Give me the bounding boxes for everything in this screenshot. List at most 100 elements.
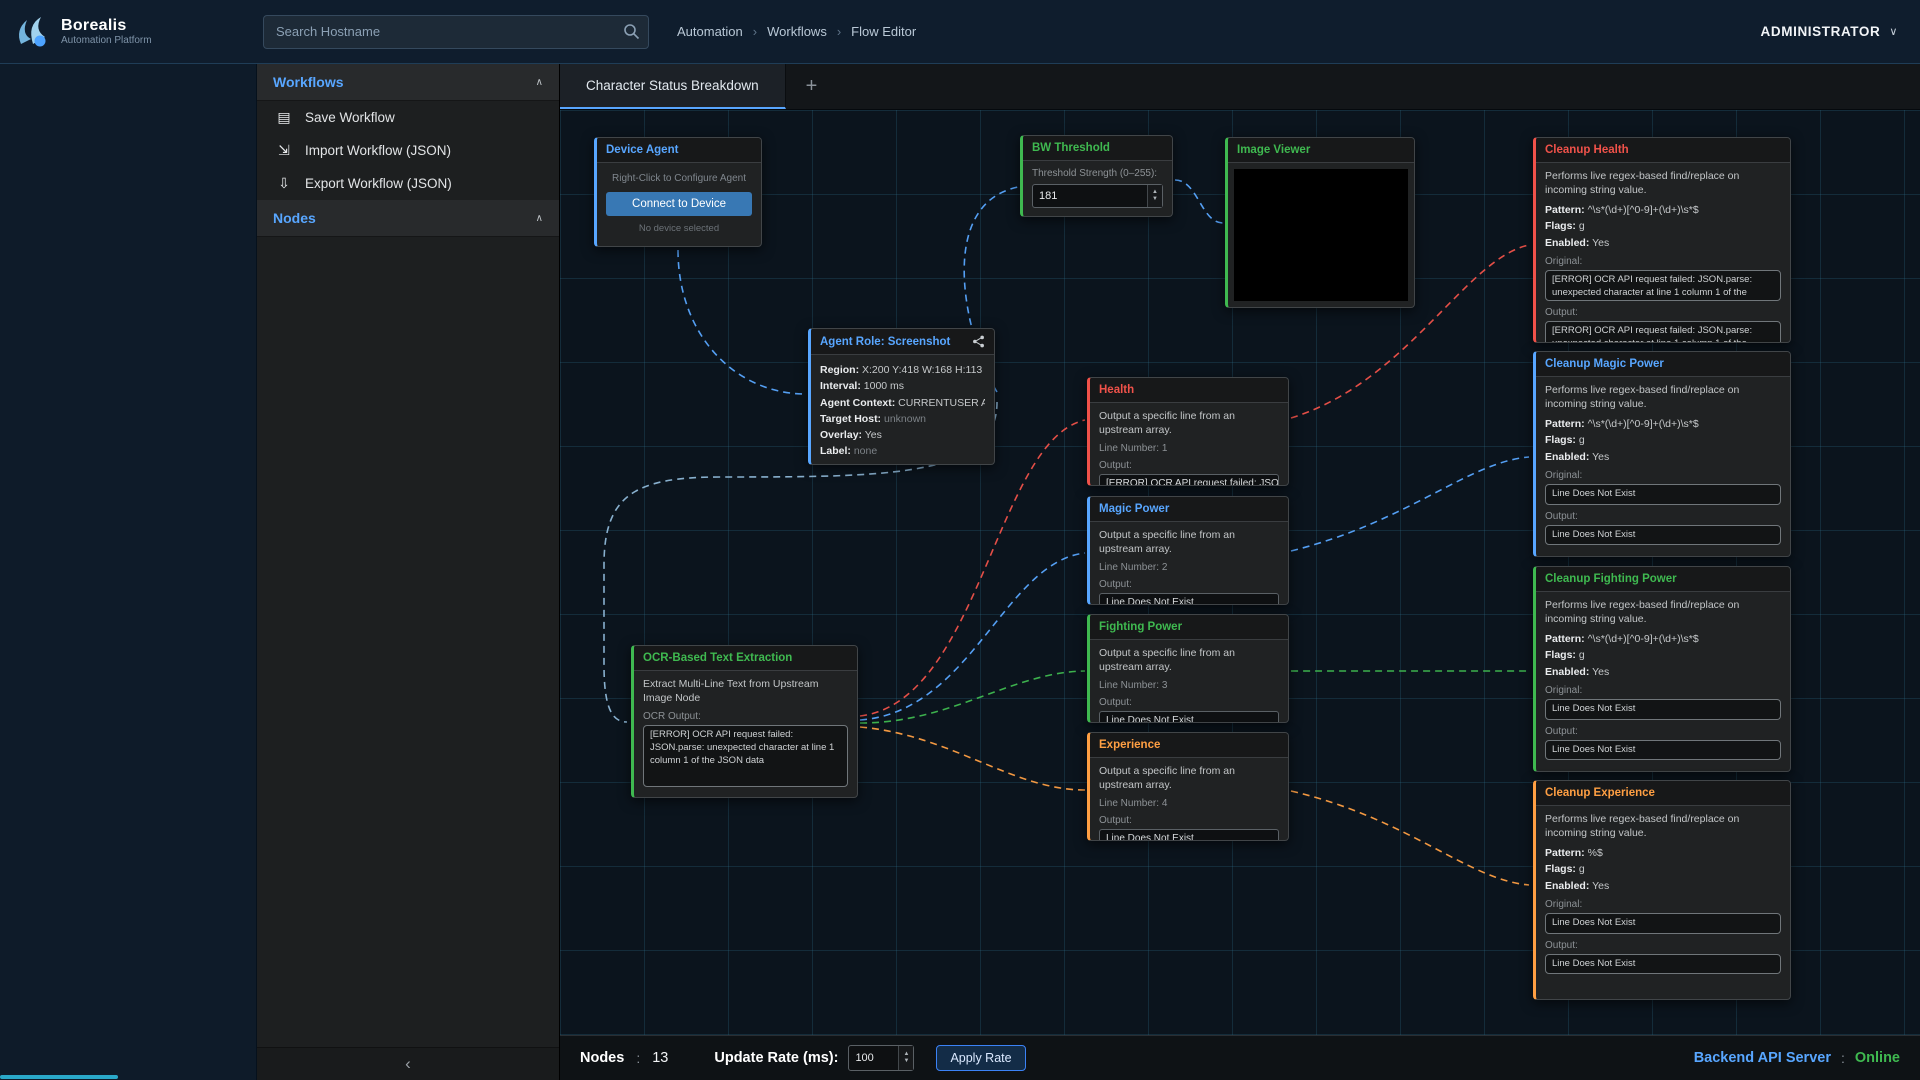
export-workflow-button[interactable]: ⇩ Export Workflow (JSON) — [257, 167, 559, 200]
node-description: Output a specific line from an upstream … — [1099, 765, 1279, 792]
node-image-viewer[interactable]: Image Viewer — [1225, 137, 1415, 308]
left-sidebar — [0, 64, 257, 1080]
tab-bar: Character Status Breakdown + — [560, 64, 1920, 110]
output-field[interactable]: [ERROR] OCR API request failed: JSON.par — [1099, 474, 1279, 486]
original-label: Original: — [1545, 256, 1781, 267]
output-field[interactable]: Line Does Not Exist — [1545, 954, 1781, 975]
node-magic-power[interactable]: Magic Power Output a specific line from … — [1087, 496, 1289, 605]
output-label: Output: — [1099, 815, 1279, 826]
app-name: Borealis — [61, 17, 152, 35]
output-field[interactable]: Line Does Not Exist — [1099, 711, 1279, 723]
nodes-header[interactable]: Nodes ∧ — [257, 200, 559, 237]
node-description: Performs live regex-based find/replace o… — [1545, 170, 1781, 197]
node-cleanup-magic-power[interactable]: Cleanup Magic Power Performs live regex-… — [1533, 351, 1791, 557]
nodes-panel: Workflows ∧ ▤ Save Workflow ⇲ Import Wor… — [257, 64, 560, 1080]
output-field[interactable]: Line Does Not Exist — [1545, 525, 1781, 546]
node-description: Extract Multi-Line Text from Upstream Im… — [643, 678, 848, 705]
chevron-up-icon: ∧ — [536, 213, 543, 224]
update-rate-label: Update Rate (ms): — [714, 1050, 838, 1066]
breadcrumb-separator: › — [753, 24, 757, 39]
output-label: Output: — [1545, 726, 1781, 737]
ocr-output-field[interactable]: [ERROR] OCR API request failed: JSON.par… — [643, 725, 848, 787]
user-menu[interactable]: ADMINISTRATOR ∨ — [1761, 24, 1898, 39]
node-cleanup-fighting-power[interactable]: Cleanup Fighting Power Performs live reg… — [1533, 566, 1791, 772]
node-description: Performs live regex-based find/replace o… — [1545, 599, 1781, 626]
original-field[interactable]: Line Does Not Exist — [1545, 484, 1781, 505]
status-bar: Nodes : 13 Update Rate (ms): ▲▼ Apply Ra… — [560, 1035, 1920, 1080]
node-experience[interactable]: Experience Output a specific line from a… — [1087, 732, 1289, 841]
connect-to-device-button[interactable]: Connect to Device — [606, 192, 752, 216]
original-field[interactable]: Line Does Not Exist — [1545, 913, 1781, 934]
node-description: Performs live regex-based find/replace o… — [1545, 384, 1781, 411]
node-cleanup-experience[interactable]: Cleanup Experience Performs live regex-b… — [1533, 780, 1791, 1000]
output-field[interactable]: Line Does Not Exist — [1545, 740, 1781, 761]
node-agent-role-screenshot[interactable]: Agent Role: Screenshot Region: X:200 Y:4… — [808, 328, 995, 465]
search-input[interactable] — [263, 15, 649, 49]
original-field[interactable]: Line Does Not Exist — [1545, 699, 1781, 720]
output-label: Output: — [1099, 460, 1279, 471]
ocr-output-label: OCR Output: — [643, 711, 848, 722]
output-field[interactable]: [ERROR] OCR API request failed: JSON.par… — [1545, 321, 1781, 343]
chevron-down-icon: ∨ — [1889, 25, 1898, 38]
save-workflow-button[interactable]: ▤ Save Workflow — [257, 101, 559, 134]
node-fighting-power[interactable]: Fighting Power Output a specific line fr… — [1087, 614, 1289, 723]
scrollbar-thumb[interactable] — [0, 1075, 118, 1079]
pattern-row: Pattern: ^\s*(\d+)[^0-9]+(\d+)\s*$ — [1545, 417, 1781, 431]
import-workflow-button[interactable]: ⇲ Import Workflow (JSON) — [257, 134, 559, 167]
node-title: BW Threshold — [1032, 142, 1110, 154]
user-name: ADMINISTRATOR — [1761, 24, 1881, 39]
pattern-row: Pattern: ^\s*(\d+)[^0-9]+(\d+)\s*$ — [1545, 632, 1781, 646]
update-rate-field[interactable] — [849, 1046, 898, 1070]
configure-hint: Right-Click to Configure Agent — [606, 173, 752, 184]
add-tab-button[interactable]: + — [786, 64, 838, 109]
apply-rate-button[interactable]: Apply Rate — [936, 1045, 1025, 1071]
interval-row: Interval: 1000 ms — [820, 378, 985, 394]
spinner-buttons[interactable]: ▲▼ — [1147, 185, 1162, 207]
node-title: Fighting Power — [1099, 621, 1182, 633]
node-title: Cleanup Magic Power — [1545, 358, 1664, 370]
node-ocr-text-extraction[interactable]: OCR-Based Text Extraction Extract Multi-… — [631, 645, 858, 798]
node-title: Cleanup Fighting Power — [1545, 573, 1677, 585]
threshold-value-field[interactable] — [1033, 185, 1147, 207]
line-number-label: Line Number: 3 — [1099, 680, 1279, 691]
save-icon: ▤ — [275, 109, 293, 126]
workflows-header[interactable]: Workflows ∧ — [257, 64, 559, 101]
agent-context-row: Agent Context: CURRENTUSER Agent — [820, 395, 985, 411]
enabled-row: Enabled: Yes — [1545, 879, 1781, 893]
topbar: Borealis Automation Platform Automation … — [0, 0, 1920, 64]
share-icon[interactable] — [972, 335, 985, 348]
spinner-buttons[interactable]: ▲▼ — [898, 1046, 913, 1070]
collapse-panel-button[interactable]: ‹ — [257, 1047, 559, 1080]
breadcrumb-automation[interactable]: Automation — [677, 24, 743, 39]
tab-character-status-breakdown[interactable]: Character Status Breakdown — [560, 64, 786, 109]
line-number-label: Line Number: 4 — [1099, 798, 1279, 809]
edge-ocr-to-magic-power — [860, 553, 1085, 720]
original-label: Original: — [1545, 470, 1781, 481]
backend-online-badge: Online — [1855, 1050, 1900, 1066]
output-field[interactable]: Line Does Not Exist — [1099, 829, 1279, 841]
breadcrumb-flow-editor[interactable]: Flow Editor — [851, 24, 916, 39]
node-description: Output a specific line from an upstream … — [1099, 647, 1279, 674]
node-device-agent[interactable]: Device Agent Right-Click to Configure Ag… — [594, 137, 762, 247]
edge-experience-to-cleanup-experience — [1291, 791, 1529, 885]
output-label: Output: — [1099, 697, 1279, 708]
node-description: Output a specific line from an upstream … — [1099, 529, 1279, 556]
breadcrumb-workflows[interactable]: Workflows — [767, 24, 827, 39]
edge-ocr-to-fighting-power — [860, 671, 1085, 723]
breadcrumb: Automation › Workflows › Flow Editor — [677, 24, 916, 39]
export-icon: ⇩ — [275, 175, 293, 192]
flow-canvas[interactable]: Device Agent Right-Click to Configure Ag… — [560, 110, 1920, 1035]
enabled-row: Enabled: Yes — [1545, 450, 1781, 464]
update-rate-input: ▲▼ — [848, 1045, 914, 1071]
node-description: Performs live regex-based find/replace o… — [1545, 813, 1781, 840]
device-status: No device selected — [606, 223, 752, 234]
output-label: Output: — [1545, 307, 1781, 318]
node-cleanup-health[interactable]: Cleanup Health Performs live regex-based… — [1533, 137, 1791, 343]
node-health[interactable]: Health Output a specific line from an up… — [1087, 377, 1289, 486]
line-number-label: Line Number: 1 — [1099, 443, 1279, 454]
output-field[interactable]: Line Does Not Exist — [1099, 593, 1279, 605]
region-row: Region: X:200 Y:418 W:168 H:113 — [820, 362, 985, 378]
nodes-count-value: 13 — [652, 1050, 668, 1066]
node-bw-threshold[interactable]: BW Threshold Threshold Strength (0–255):… — [1020, 135, 1173, 217]
original-field[interactable]: [ERROR] OCR API request failed: JSON.par… — [1545, 270, 1781, 301]
